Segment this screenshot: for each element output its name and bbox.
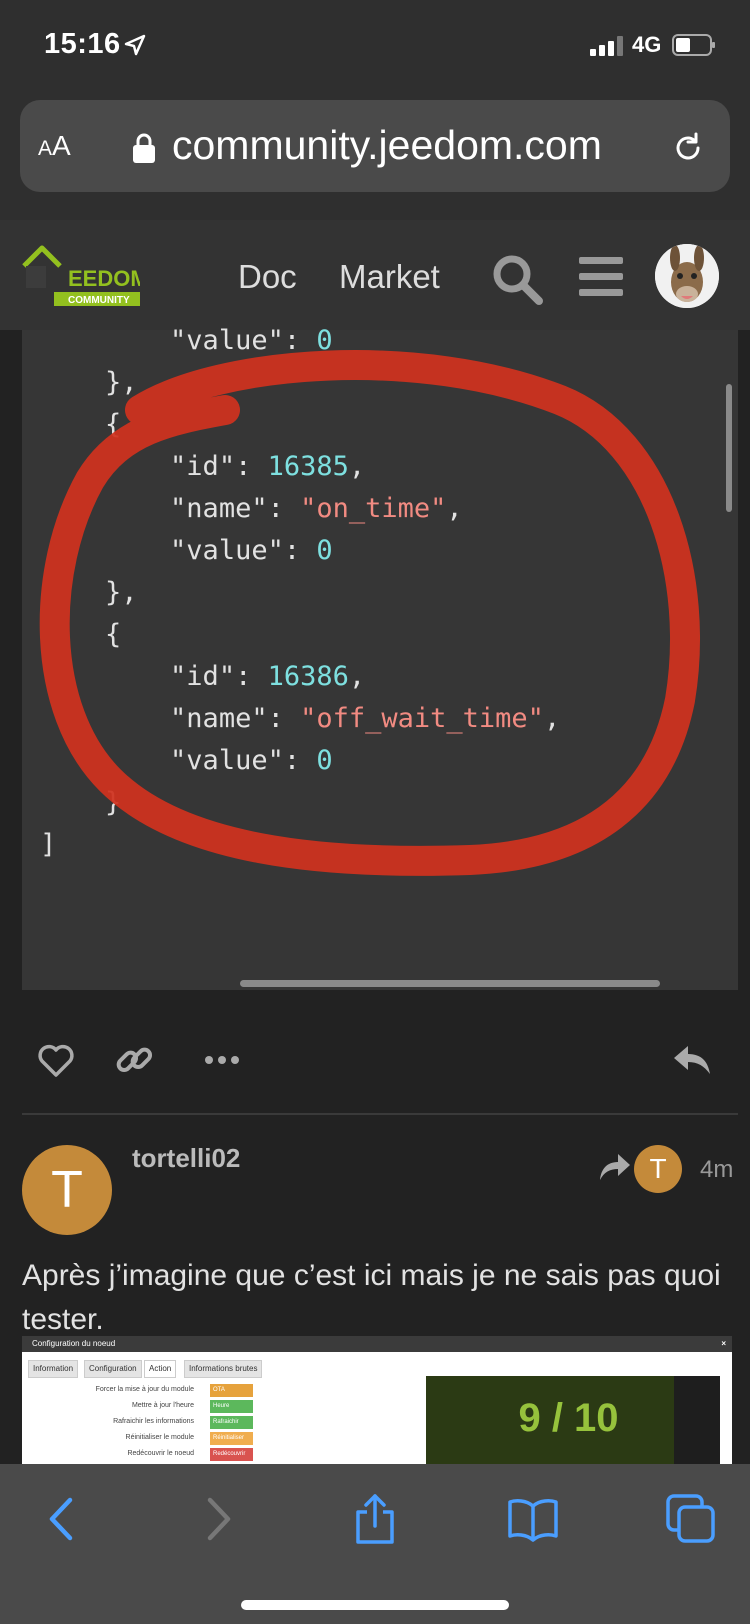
code-horizontal-scrollbar[interactable] <box>240 980 660 987</box>
embed-row-label: Réinitialiser le module <box>125 1434 194 1441</box>
embed-row-label: Redécouvrir le noeud <box>127 1450 194 1457</box>
lock-icon <box>133 133 155 163</box>
code-line: ] <box>40 829 57 860</box>
reload-icon[interactable] <box>670 130 706 166</box>
status-time: 15:16 <box>44 28 121 60</box>
post-author-avatar[interactable]: T <box>22 1145 112 1235</box>
code-value: 0 <box>316 745 333 776</box>
code-line: { <box>105 619 122 650</box>
embed-row-button: Rafraichir <box>210 1416 253 1429</box>
embed-row-label: Rafraichir les informations <box>113 1418 194 1425</box>
more-options-icon[interactable] <box>202 1040 242 1080</box>
embed-tab: Action <box>144 1360 177 1378</box>
embed-title: Configuration du noeud <box>32 1339 116 1348</box>
post-body-text: Après j’imagine que c’est ici mais je ne… <box>22 1259 721 1336</box>
embedded-screenshot[interactable]: Configuration du noeud × Information Con… <box>22 1336 732 1464</box>
code-line: "value": 0 <box>170 325 333 356</box>
signal-icon <box>590 36 623 56</box>
forward-icon[interactable] <box>190 1492 244 1546</box>
code-value: 16386 <box>267 661 349 692</box>
embed-close-icon: × <box>721 1339 726 1348</box>
embed-row-button: Réinitialiser <box>210 1432 253 1445</box>
battery-icon <box>672 34 715 56</box>
search-icon[interactable] <box>490 252 544 306</box>
embed-row-label: Mettre à jour l'heure <box>131 1402 194 1409</box>
code-line: "name": "off_wait_time", <box>170 703 561 734</box>
jeedom-logo[interactable]: EEDOM COMMUNITY <box>20 238 140 312</box>
hamburger-menu-icon[interactable] <box>577 255 625 299</box>
reply-icon[interactable] <box>672 1040 712 1080</box>
embed-score-panel: 9 / 10 <box>426 1376 720 1464</box>
code-value: "off_wait_time" <box>300 703 544 734</box>
reply-to-arrow-icon <box>600 1154 630 1180</box>
embed-tab: Informations brutes <box>184 1360 263 1378</box>
code-line: }, <box>105 367 138 398</box>
code-line: "name": "on_time", <box>170 493 463 524</box>
embed-row-button: Redécouvrir <box>210 1448 253 1461</box>
code-line: { <box>105 409 122 440</box>
nav-market-link[interactable]: Market <box>339 258 440 296</box>
code-vertical-scrollbar[interactable] <box>726 384 732 512</box>
donkey-avatar-icon <box>655 244 719 308</box>
code-line: } <box>105 787 122 818</box>
heart-icon[interactable] <box>36 1040 76 1080</box>
reader-settings-button[interactable]: AA <box>38 130 71 162</box>
code-value: 0 <box>316 535 333 566</box>
nav-doc-link[interactable]: Doc <box>238 258 297 296</box>
network-label: 4G <box>632 32 662 57</box>
user-avatar[interactable] <box>655 244 719 308</box>
code-value: 16385 <box>267 451 349 482</box>
code-line: "value": 0 <box>170 535 333 566</box>
code-line: }, <box>105 577 138 608</box>
code-content: "value": 0 }, { "id": 16385, "name": "on… <box>40 320 560 866</box>
link-icon[interactable] <box>114 1040 154 1080</box>
code-line: "id": 16386, <box>170 661 366 692</box>
embed-title-bar: Configuration du noeud × <box>22 1336 732 1352</box>
location-arrow-icon <box>124 34 146 56</box>
tabs-icon[interactable] <box>664 1492 718 1546</box>
embed-row-button: Heure <box>210 1400 253 1413</box>
code-value: 0 <box>316 325 333 356</box>
svg-text:EEDOM: EEDOM <box>68 266 140 291</box>
embed-row-button: OTA <box>210 1384 253 1397</box>
code-line: "value": 0 <box>170 745 333 776</box>
svg-text:COMMUNITY: COMMUNITY <box>68 295 130 306</box>
post-timestamp[interactable]: 4m <box>700 1156 733 1184</box>
embed-score-value: 9 / 10 <box>518 1396 619 1440</box>
embed-row-label: Forcer la mise à jour du module <box>95 1386 194 1393</box>
back-icon[interactable] <box>36 1492 90 1546</box>
bookmarks-icon[interactable] <box>506 1492 560 1546</box>
post-username[interactable]: tortelli02 <box>132 1143 240 1174</box>
url-text[interactable]: community.jeedom.com <box>172 122 602 169</box>
post-divider <box>22 1113 738 1115</box>
home-indicator <box>241 1600 509 1610</box>
share-icon[interactable] <box>348 1492 402 1546</box>
code-line: "id": 16385, <box>170 451 366 482</box>
reply-to-avatar[interactable]: T <box>634 1145 682 1193</box>
embed-tab: Configuration <box>84 1360 142 1378</box>
embed-tab: Information <box>28 1360 79 1378</box>
code-value: "on_time" <box>300 493 447 524</box>
